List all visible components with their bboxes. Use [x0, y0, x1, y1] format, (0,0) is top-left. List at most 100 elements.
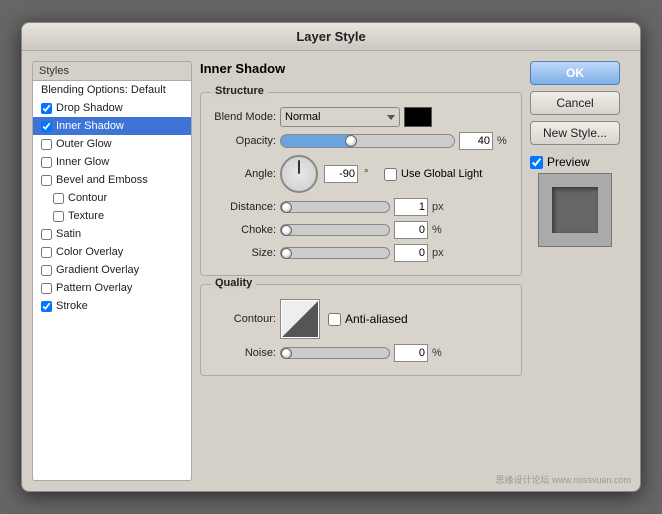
satin-checkbox[interactable] [41, 229, 52, 240]
size-label: Size: [211, 247, 276, 259]
cancel-button[interactable]: Cancel [530, 91, 620, 115]
size-slider[interactable] [280, 247, 390, 259]
drop-shadow-checkbox[interactable] [41, 103, 52, 114]
inner-glow-checkbox[interactable] [41, 157, 52, 168]
sidebar-item-outer-glow[interactable]: Outer Glow [33, 135, 191, 153]
angle-row: Angle: ° Use Global Light [211, 155, 511, 193]
distance-unit: px [432, 201, 446, 213]
stroke-checkbox[interactable] [41, 301, 52, 312]
sidebar-item-inner-shadow[interactable]: Inner Shadow [33, 117, 191, 135]
sidebar-item-contour[interactable]: Contour [33, 189, 191, 207]
opacity-slider[interactable] [280, 134, 455, 148]
preview-box [538, 173, 612, 247]
pattern-overlay-checkbox[interactable] [41, 283, 52, 294]
bevel-emboss-checkbox[interactable] [41, 175, 52, 186]
sidebar-item-drop-shadow[interactable]: Drop Shadow [33, 99, 191, 117]
styles-header: Styles [33, 62, 191, 81]
size-input[interactable] [394, 244, 428, 262]
color-overlay-checkbox[interactable] [41, 247, 52, 258]
sidebar-item-texture[interactable]: Texture [33, 207, 191, 225]
sidebar-item-inner-glow[interactable]: Inner Glow [33, 153, 191, 171]
global-light-label: Use Global Light [401, 168, 482, 180]
opacity-row: Opacity: % [211, 132, 511, 150]
choke-input[interactable] [394, 221, 428, 239]
texture-checkbox[interactable] [53, 211, 64, 222]
angle-input[interactable] [324, 165, 358, 183]
contour-row-label: Contour: [211, 313, 276, 325]
bevel-emboss-label: Bevel and Emboss [56, 174, 148, 186]
right-panel: OK Cancel New Style... Preview [530, 61, 630, 481]
angle-degree-symbol: ° [364, 168, 378, 180]
opacity-input[interactable] [459, 132, 493, 150]
drop-shadow-label: Drop Shadow [56, 102, 123, 114]
satin-label: Satin [56, 228, 81, 240]
quality-title: Quality [211, 277, 256, 289]
noise-slider[interactable] [280, 347, 390, 359]
distance-label: Distance: [211, 201, 276, 213]
sidebar-item-pattern-overlay[interactable]: Pattern Overlay [33, 279, 191, 297]
noise-unit: % [432, 347, 446, 359]
section-title: Inner Shadow [200, 61, 522, 76]
sidebar-item-blending-options[interactable]: Blending Options: Default [33, 81, 191, 99]
dialog-title: Layer Style [22, 23, 640, 51]
blending-options-label: Blending Options: Default [41, 84, 166, 96]
quality-section: Quality Contour: [200, 284, 522, 376]
choke-slider[interactable] [280, 224, 390, 236]
distance-slider[interactable] [280, 201, 390, 213]
noise-row: Noise: % [211, 344, 511, 362]
watermark: 思缘设计论坛 www.missvuan.com [495, 473, 631, 486]
gradient-overlay-label: Gradient Overlay [56, 264, 139, 276]
choke-label: Choke: [211, 224, 276, 236]
sidebar-item-satin[interactable]: Satin [33, 225, 191, 243]
pattern-overlay-label: Pattern Overlay [56, 282, 132, 294]
structure-section: Structure Blend Mode: Normal Multiply Sc… [200, 92, 522, 276]
outer-glow-checkbox[interactable] [41, 139, 52, 150]
sidebar-item-stroke[interactable]: Stroke [33, 297, 191, 315]
color-swatch[interactable] [404, 107, 432, 127]
angle-dial[interactable] [280, 155, 318, 193]
blend-mode-row: Blend Mode: Normal Multiply Screen [211, 107, 511, 127]
choke-unit: % [432, 224, 446, 236]
preview-inner [552, 187, 598, 233]
opacity-unit: % [497, 135, 511, 147]
noise-label: Noise: [211, 347, 276, 359]
anti-aliased-label: Anti-aliased [345, 312, 408, 326]
sidebar-item-gradient-overlay[interactable]: Gradient Overlay [33, 261, 191, 279]
structure-title: Structure [211, 85, 268, 97]
sidebar-item-color-overlay[interactable]: Color Overlay [33, 243, 191, 261]
contour-label: Contour [68, 192, 107, 204]
size-row: Size: px [211, 244, 511, 262]
outer-glow-label: Outer Glow [56, 138, 112, 150]
inner-shadow-label: Inner Shadow [56, 120, 124, 132]
inner-glow-label: Inner Glow [56, 156, 109, 168]
anti-aliased-checkbox[interactable] [328, 313, 341, 326]
contour-row: Contour: Anti-ali [211, 299, 511, 339]
distance-input[interactable] [394, 198, 428, 216]
global-light-container: Use Global Light [384, 168, 482, 181]
layer-style-dialog: Layer Style Styles Blending Options: Def… [21, 22, 641, 492]
texture-label: Texture [68, 210, 104, 222]
distance-row: Distance: px [211, 198, 511, 216]
new-style-button[interactable]: New Style... [530, 121, 620, 145]
contour-preview[interactable] [280, 299, 320, 339]
inner-shadow-checkbox[interactable] [41, 121, 52, 132]
contour-checkbox[interactable] [53, 193, 64, 204]
color-overlay-label: Color Overlay [56, 246, 123, 258]
main-content: Inner Shadow Structure Blend Mode: Norma… [200, 61, 522, 481]
preview-label-container: Preview [530, 155, 590, 169]
sidebar-item-bevel-emboss[interactable]: Bevel and Emboss [33, 171, 191, 189]
gradient-overlay-checkbox[interactable] [41, 265, 52, 276]
blend-mode-select[interactable]: Normal Multiply Screen [280, 107, 400, 127]
preview-area: Preview [530, 155, 620, 247]
angle-label: Angle: [211, 168, 276, 180]
ok-button[interactable]: OK [530, 61, 620, 85]
noise-input[interactable] [394, 344, 428, 362]
preview-checkbox[interactable] [530, 156, 543, 169]
choke-row: Choke: % [211, 221, 511, 239]
styles-panel: Styles Blending Options: Default Drop Sh… [32, 61, 192, 481]
stroke-label: Stroke [56, 300, 88, 312]
preview-label: Preview [547, 155, 590, 169]
blend-mode-label: Blend Mode: [211, 111, 276, 123]
global-light-checkbox[interactable] [384, 168, 397, 181]
size-unit: px [432, 247, 446, 259]
